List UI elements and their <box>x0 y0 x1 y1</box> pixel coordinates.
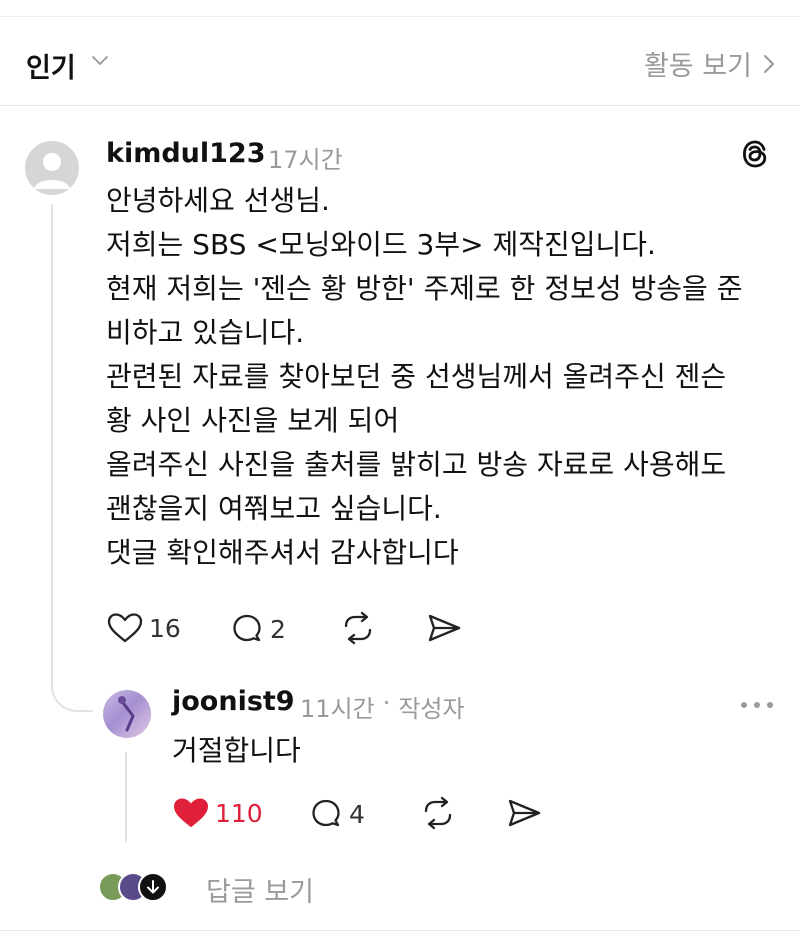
reply-like-button[interactable]: 110 <box>173 797 263 829</box>
view-replies-row[interactable]: 답글 보기 <box>98 870 358 908</box>
post-line: 괜찮을지 여쭤보고 싶습니다. <box>106 492 442 525</box>
arrow-down-icon <box>138 872 168 902</box>
comment-bubble-icon <box>309 797 343 831</box>
like-count: 16 <box>149 613 181 643</box>
header-divider <box>0 105 800 106</box>
thread-line <box>51 204 53 680</box>
comment-button[interactable]: 2 <box>230 612 286 646</box>
comment-count: 2 <box>270 614 286 644</box>
post-timestamp: 17시간 <box>268 146 343 174</box>
repost-icon <box>424 796 452 830</box>
reply-body: 거절합니다 <box>172 734 301 767</box>
more-options-button[interactable] <box>740 700 774 710</box>
post-line: 현재 저희는 '젠슨 황 방한' 주제로 한 정보성 방송을 준 <box>106 272 743 305</box>
reply-meta: 11시간 · 작성자 <box>300 689 465 724</box>
post-line: 댓글 확인해주셔서 감사합니다 <box>106 536 459 569</box>
heart-icon <box>107 612 143 644</box>
author-badge: 작성자 <box>398 695 465 723</box>
heart-filled-icon <box>173 797 209 829</box>
post-line: 비하고 있습니다. <box>106 316 305 349</box>
post-body: 안녕하세요 선생님. 저희는 SBS <모닝와이드 3부> 제작진입니다. 현재… <box>106 179 742 575</box>
comments-header: 인기 활동 보기 <box>0 34 800 90</box>
reply-thread-line <box>125 752 127 842</box>
send-icon <box>508 799 541 827</box>
reply-share-button[interactable] <box>506 797 542 829</box>
view-activity-button[interactable]: 활동 보기 <box>644 44 776 83</box>
reply-like-count: 110 <box>215 798 263 828</box>
bottom-divider <box>0 930 800 931</box>
view-activity-label: 활동 보기 <box>644 51 752 82</box>
reply-comment-button[interactable]: 4 <box>309 797 365 831</box>
comment-bubble-icon <box>230 612 264 646</box>
chevron-right-icon <box>762 53 776 75</box>
post-username[interactable]: kimdul123 <box>106 138 266 169</box>
reply-avatar[interactable] <box>103 690 151 738</box>
avatar[interactable] <box>25 141 79 195</box>
repost-button[interactable] <box>340 611 376 645</box>
default-user-icon <box>34 153 70 189</box>
thread-connector <box>51 672 93 712</box>
reply-comment-count: 4 <box>349 799 365 829</box>
post-line: 올려주신 사진을 출처를 밝히고 방송 자료로 사용해도 <box>106 448 727 481</box>
repost-icon <box>344 611 372 645</box>
view-replies-label: 답글 보기 <box>206 877 314 908</box>
reply-repost-button[interactable] <box>420 796 456 830</box>
meta-separator: · <box>382 689 391 717</box>
more-icon <box>741 702 773 708</box>
share-button[interactable] <box>426 612 462 644</box>
chevron-down-icon[interactable] <box>90 50 110 70</box>
threads-logo-icon <box>739 138 771 170</box>
top-divider <box>0 16 800 17</box>
like-button[interactable]: 16 <box>107 612 181 644</box>
post-line: 관련된 자료를 찾아보던 중 선생님께서 올려주신 젠슨 <box>106 360 727 393</box>
user-photo-icon <box>118 696 135 732</box>
post-line: 안녕하세요 선생님. <box>106 184 330 217</box>
reply-timestamp: 11시간 <box>300 695 375 723</box>
reply-username[interactable]: joonist9 <box>172 686 295 717</box>
sort-dropdown-label[interactable]: 인기 <box>26 46 76 85</box>
post-line: 저희는 SBS <모닝와이드 3부> 제작진입니다. <box>106 228 656 261</box>
send-icon <box>428 614 461 642</box>
post-line: 황 사인 사진을 보게 되어 <box>106 404 400 437</box>
